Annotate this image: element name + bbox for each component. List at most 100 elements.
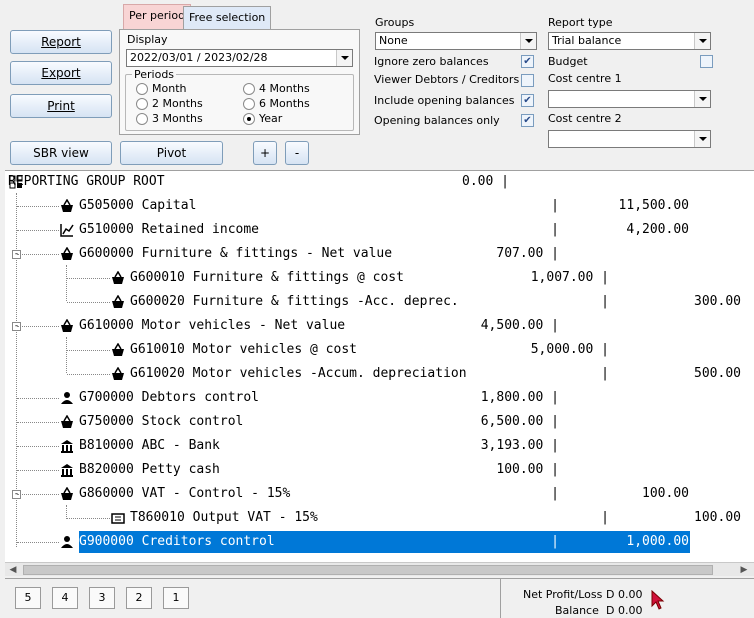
tree-row[interactable]: - G600000 Furniture & fittings - Net valu… [5,243,754,265]
tree-row-label: T860010 Output VAT - 15% [130,510,318,525]
tree-row-label: G600000 Furniture & fittings - Net value [79,246,393,261]
credit-value: 1,000.00 [626,534,689,549]
date-range-value: 2022/03/01 / 2023/02/28 [130,51,268,64]
tree-row[interactable]: G600010 Furniture & fittings @ cost 1,007… [5,267,754,289]
chevron-down-icon[interactable] [694,33,710,49]
radio-4-months[interactable] [243,83,255,95]
radio-3-months-label: 3 Months [152,112,203,125]
net-profit-label: Net Profit/Loss [523,588,603,601]
tree-row[interactable]: B820000 Petty cash 100.00 | [5,459,754,481]
tree-row[interactable]: - G860000 VAT - Control - 15% | 100.00 [5,483,754,505]
report-type-label: Report type [548,16,613,29]
tree-row[interactable]: G510000 Retained income | 4,200.00 [5,219,754,241]
scroll-thumb[interactable] [23,565,713,575]
date-range-select[interactable]: 2022/03/01 / 2023/02/28 [126,49,353,67]
basket-icon [112,271,124,284]
debit-value: 6,500.00 | [480,414,559,429]
tree-row-label: REPORTING GROUP ROOT [8,174,165,189]
plus-label: + [259,146,271,160]
credit-value: 11,500.00 [618,198,689,213]
opening-only-checkbox[interactable]: ✔ [521,114,534,127]
tree-row-label: G610010 Motor vehicles @ cost [130,342,357,357]
collapse-all-button[interactable]: - [285,141,309,165]
tree-row-label: B810000 ABC - Bank [79,438,220,453]
display-label: Display [127,33,168,46]
net-profit-value: D 0.00 [606,588,643,601]
radio-2-months[interactable] [136,98,148,110]
viewer-dc-checkbox[interactable] [521,74,534,87]
tree-row[interactable]: G700000 Debtors control 1,800.00 | [5,387,754,409]
level-3-button[interactable]: 3 [89,587,115,609]
sub-credit-value: 500.00 [694,366,741,381]
radio-year[interactable] [243,113,255,125]
sbr-view-button[interactable]: SBR view [10,141,112,165]
tree-row[interactable]: G750000 Stock control 6,500.00 | [5,411,754,433]
bank-icon [61,464,73,477]
radio-6-months[interactable] [243,98,255,110]
chevron-down-icon[interactable] [694,131,710,147]
tree-row[interactable]: G505000 Capital | 11,500.00 [5,195,754,217]
chart-icon [60,224,74,237]
print-button[interactable]: Print [10,94,112,118]
level-4-button[interactable]: 4 [52,587,78,609]
scroll-left-icon[interactable]: ◀ [7,564,19,576]
basket-icon [61,319,73,332]
bottom-bar: 5 4 3 2 1 Net Profit/Loss D 0.00 Balance… [5,578,754,618]
radio-month[interactable] [136,83,148,95]
radio-3-months[interactable] [136,113,148,125]
horizontal-scrollbar[interactable]: ◀ ▶ [5,562,754,576]
level-2-button[interactable]: 2 [126,587,152,609]
tree-row[interactable]: G610010 Motor vehicles @ cost 5,000.00 | [5,339,754,361]
debit-value: 0.00 | [462,174,509,189]
pivot-label: Pivot [156,146,187,160]
chevron-down-icon[interactable] [520,33,536,49]
tree-row[interactable]: - G610000 Motor vehicles - Net value 4,500… [5,315,754,337]
tree-row[interactable]: B810000 ABC - Bank 3,193.00 | [5,435,754,457]
bank-icon [61,440,73,453]
tab-free-selection[interactable]: Free selection [183,6,272,29]
debit-value: | [601,366,609,381]
viewer-dc-label: Viewer Debtors / Creditors [374,73,520,86]
scroll-right-icon[interactable]: ▶ [738,564,750,576]
credit-value: 100.00 [642,486,689,501]
report-type-select[interactable]: Trial balance [548,32,711,50]
debit-value: 4,500.00 | [480,318,559,333]
export-label: Export [41,66,81,80]
budget-checkbox[interactable] [700,55,713,68]
tree-row[interactable]: G600020 Furniture & fittings -Acc. depre… [5,291,754,313]
ticket-icon [111,513,125,524]
tab-per-period[interactable]: Per period [123,4,192,30]
tree-row[interactable]: G900000 Creditors control | 1,000.00 [5,530,754,554]
person-icon [61,536,73,548]
level-1-button[interactable]: 1 [163,587,189,609]
budget-label: Budget [548,55,588,68]
opening-only-label: Opening balances only [374,114,500,127]
basket-icon [61,247,73,260]
chevron-down-icon[interactable] [694,91,710,107]
report-label: Report [41,35,81,49]
groups-select[interactable]: None [375,32,537,50]
print-label: Print [47,99,75,113]
tree-row-label: G860000 VAT - Control - 15% [79,486,291,501]
report-button[interactable]: Report [10,30,112,54]
groups-value: None [379,34,408,47]
level-5-button[interactable]: 5 [15,587,41,609]
chevron-down-icon[interactable] [336,50,352,66]
ignore-zero-checkbox[interactable]: ✔ [521,55,534,68]
pivot-button[interactable]: Pivot [120,141,223,165]
checkmark-icon: ✔ [523,56,532,67]
tree-row[interactable]: G610020 Motor vehicles -Accum. depreciat… [5,363,754,385]
tree-row-label: G750000 Stock control [79,414,244,429]
balance-value: D 0.00 [606,604,643,617]
basket-icon [112,343,124,356]
include-opening-checkbox[interactable]: ✔ [521,94,534,107]
tree-row[interactable]: REPORTING GROUP ROOT 0.00 | [5,171,754,193]
report-tree[interactable]: REPORTING GROUP ROOT 0.00 | G505000 Capita… [5,170,754,562]
cost-centre-1-select[interactable] [548,90,711,108]
expand-all-button[interactable]: + [253,141,277,165]
export-button[interactable]: Export [10,61,112,85]
tree-row[interactable]: T860010 Output VAT - 15% | 100.00 [5,507,754,529]
periods-label: Periods [132,68,177,81]
debit-value: | [601,510,609,525]
cost-centre-2-select[interactable] [548,130,711,148]
